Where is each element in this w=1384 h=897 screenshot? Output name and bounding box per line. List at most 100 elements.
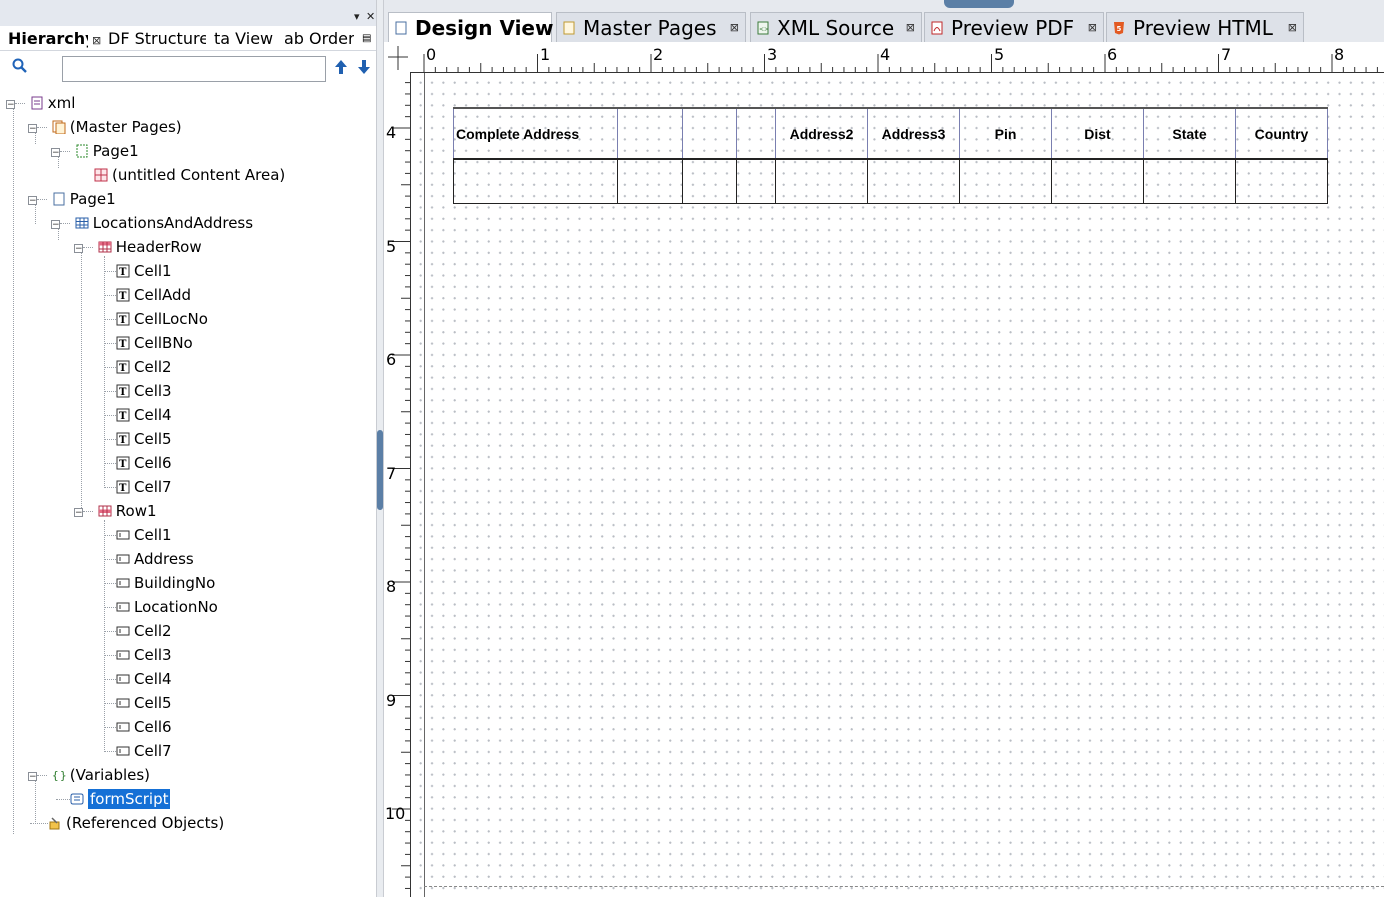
tree-node-page1[interactable]: − Page1 — [28, 188, 116, 210]
header-cell[interactable]: Pin — [959, 107, 1052, 160]
tab-master-pages[interactable]: Master Pages ⊠ — [556, 12, 746, 42]
header-cell[interactable]: State — [1143, 107, 1236, 160]
tree-node-row-cell[interactable]: Cell4 — [104, 668, 172, 690]
collapse-icon[interactable]: − — [28, 196, 37, 206]
splitter-collapse-handle[interactable] — [377, 430, 383, 510]
tree-node-header-cell[interactable]: T Cell5 — [104, 428, 172, 450]
tree-node-master-page1[interactable]: − Page1 — [51, 140, 139, 162]
tree-node-row1[interactable]: − Row1 — [74, 500, 157, 522]
panel-tab-bar: Hierarchy ⊠ DF Structure ta View ab Orde… — [0, 26, 378, 51]
row-cell[interactable] — [1235, 158, 1328, 204]
tree-node-header-cell[interactable]: T CellBNo — [104, 332, 193, 354]
tree-node-master-pages[interactable]: − (Master Pages) — [28, 116, 182, 138]
move-up-icon[interactable] — [334, 59, 348, 75]
ruler-label: 7 — [1221, 45, 1232, 64]
top-collapse-handle[interactable] — [944, 0, 1014, 8]
row-cell[interactable] — [617, 158, 683, 204]
header-cell[interactable] — [682, 107, 737, 160]
row-cell[interactable] — [1051, 158, 1144, 204]
header-row[interactable]: Complete Address Address2 Address3 Pin D… — [453, 107, 1328, 160]
tree-node-row-cell[interactable]: Cell5 — [104, 692, 172, 714]
tab-close-icon[interactable]: ⊠ — [906, 13, 915, 43]
ruler-label: 2 — [653, 45, 664, 64]
tab-tab-order[interactable]: ab Order — [284, 29, 354, 49]
tree-node-row-cell[interactable]: Cell6 — [104, 716, 172, 738]
input-field-icon — [116, 722, 130, 732]
row-cell[interactable] — [867, 158, 960, 204]
tree-node-row-cell[interactable]: Cell1 — [104, 524, 172, 546]
panel-title-strip: ▾ ✕ — [0, 0, 378, 26]
tab-design-view[interactable]: Design View — [388, 12, 553, 43]
collapse-icon[interactable]: − — [28, 124, 37, 134]
tree-node-row-cell[interactable]: Cell3 — [104, 644, 172, 666]
row-cell[interactable] — [682, 158, 737, 204]
locations-and-address-table[interactable]: Complete Address Address2 Address3 Pin D… — [453, 107, 1328, 204]
tree-node-header-cell[interactable]: T CellLocNo — [104, 308, 208, 330]
header-cell[interactable]: Address3 — [867, 107, 960, 160]
header-cell[interactable] — [617, 107, 683, 160]
search-input[interactable] — [62, 56, 326, 82]
tree-node-table[interactable]: − LocationsAndAddress — [51, 212, 253, 234]
row-cell[interactable] — [736, 158, 776, 204]
tree-node-header-cell[interactable]: T Cell2 — [104, 356, 172, 378]
vertical-ruler: 4 5 6 7 8 9 10 — [384, 72, 411, 897]
tab-preview-pdf[interactable]: Preview PDF ⊠ — [924, 12, 1104, 42]
tab-hierarchy-close-icon[interactable]: ⊠ — [92, 29, 102, 49]
tree-node-content-area[interactable]: (untitled Content Area) — [94, 164, 285, 186]
tree-node-header-cell[interactable]: T Cell1 — [104, 260, 172, 282]
tab-close-icon[interactable]: ⊠ — [1288, 13, 1297, 43]
tab-data-view[interactable]: ta View — [214, 29, 278, 49]
document-tab-bar: Design View Master Pages ⊠ <> XML Source… — [384, 0, 1384, 43]
tree-node-header-row[interactable]: − HeaderRow — [74, 236, 202, 258]
tree-node-row-cell[interactable]: LocationNo — [104, 596, 218, 618]
tree-node-header-cell[interactable]: T Cell6 — [104, 452, 172, 474]
ruler-label: 8 — [1334, 45, 1345, 64]
collapse-icon[interactable]: − — [74, 244, 83, 254]
tree-node-header-cell[interactable]: T Cell3 — [104, 380, 172, 402]
tree-node-xml[interactable]: − xml — [6, 92, 75, 114]
tree-node-form-script[interactable]: formScript — [56, 788, 171, 810]
tree-node-header-cell[interactable]: T Cell4 — [104, 404, 172, 426]
row-cell[interactable] — [959, 158, 1052, 204]
collapse-icon[interactable]: − — [51, 148, 60, 158]
input-field-icon — [116, 746, 130, 756]
tab-close-icon[interactable]: ⊠ — [730, 13, 739, 43]
tab-close-icon[interactable]: ⊠ — [1088, 13, 1097, 43]
tree-node-row-cell[interactable]: Cell2 — [104, 620, 172, 642]
tree-node-variables[interactable]: − {} (Variables) — [28, 764, 150, 786]
tab-pdf-structure[interactable]: DF Structure — [108, 29, 206, 49]
tree-node-row-cell[interactable]: BuildingNo — [104, 572, 215, 594]
tree-node-header-cell[interactable]: T CellAdd — [104, 284, 191, 306]
header-cell[interactable]: Complete Address — [453, 107, 618, 160]
svg-text:T: T — [119, 363, 127, 374]
tab-overflow-icon[interactable]: ▤ — [362, 29, 376, 49]
panel-menu-icon[interactable]: ▾ — [354, 10, 360, 23]
move-down-icon[interactable] — [357, 59, 371, 75]
panel-close-icon[interactable]: ✕ — [366, 10, 375, 23]
script-icon — [70, 793, 84, 805]
tree-node-row-cell[interactable]: Cell7 — [104, 740, 172, 762]
tree-node-header-cell[interactable]: T Cell7 — [104, 476, 172, 498]
ruler-label: 5 — [994, 45, 1005, 64]
tree-node-referenced-objects[interactable]: (Referenced Objects) — [30, 812, 224, 834]
table-icon — [75, 217, 89, 229]
header-cell[interactable]: Address2 — [775, 107, 868, 160]
row-cell[interactable] — [453, 158, 618, 204]
tab-xml-source[interactable]: <> XML Source ⊠ — [750, 12, 922, 42]
collapse-icon[interactable]: − — [28, 772, 37, 782]
row-cell[interactable] — [775, 158, 868, 204]
header-cell[interactable]: Country — [1235, 107, 1328, 160]
row-cell[interactable] — [1143, 158, 1236, 204]
header-cell[interactable] — [736, 107, 776, 160]
collapse-icon[interactable]: − — [74, 508, 83, 518]
tab-hierarchy[interactable]: Hierarchy — [8, 29, 88, 49]
ruler-label: 4 — [386, 123, 397, 142]
page-icon — [53, 192, 65, 206]
tree-node-row-cell[interactable]: Address — [104, 548, 194, 570]
collapse-icon[interactable]: − — [51, 220, 60, 230]
collapse-icon[interactable]: − — [6, 100, 15, 110]
header-cell[interactable]: Dist — [1051, 107, 1144, 160]
svg-text:}: } — [60, 769, 66, 782]
tab-preview-html[interactable]: 5 Preview HTML ⊠ — [1106, 12, 1304, 42]
table-row[interactable] — [453, 158, 1328, 204]
